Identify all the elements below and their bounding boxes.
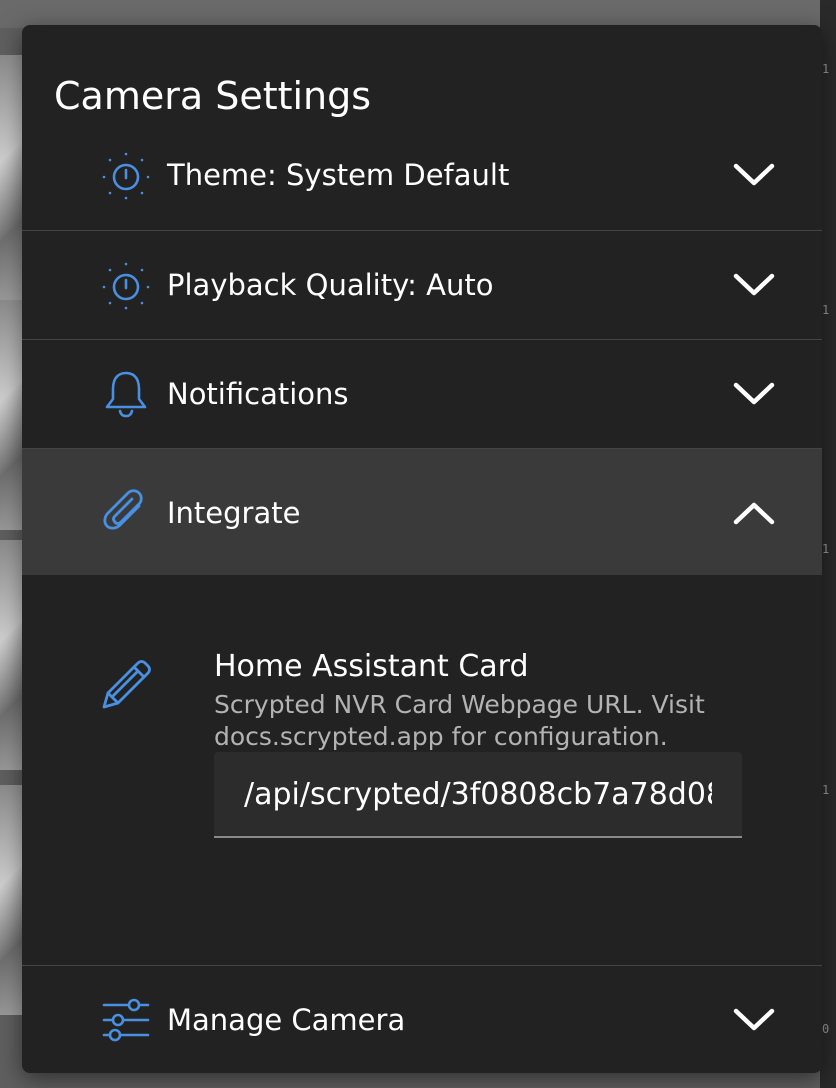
webpage-url-input[interactable]	[214, 752, 742, 838]
timeline-label: 1	[822, 783, 830, 797]
section-label: Theme: System Default	[167, 158, 510, 192]
dialog-title: Camera Settings	[54, 74, 372, 118]
section-label: Notifications	[167, 377, 349, 411]
timer-icon	[100, 149, 152, 201]
section-integrate[interactable]: Integrate	[22, 448, 822, 576]
pencil-icon	[100, 657, 154, 711]
paperclip-icon	[100, 487, 152, 539]
timeline-label: 1	[822, 542, 830, 556]
camera-settings-dialog: Camera Settings Theme: System Default Pl…	[22, 25, 822, 1073]
section-manage-camera[interactable]: Manage Camera	[22, 965, 822, 1073]
timeline-label: 1	[822, 62, 830, 76]
camera-thumbnail	[0, 300, 24, 530]
camera-thumbnail	[0, 540, 24, 770]
timer-icon	[100, 259, 152, 311]
section-label: Manage Camera	[167, 1003, 406, 1037]
section-label: Playback Quality: Auto	[167, 268, 494, 302]
camera-thumbnail	[0, 55, 24, 300]
timeline-label: 0	[822, 1022, 830, 1036]
background-header	[0, 0, 836, 28]
section-label: Integrate	[167, 495, 301, 530]
background-timeline-strip: 1 1 1 1 0	[820, 0, 836, 1088]
home-assistant-card-title: Home Assistant Card	[214, 649, 529, 684]
home-assistant-card-description: Scrypted NVR Card Webpage URL. Visit doc…	[214, 690, 705, 751]
chevron-up-icon[interactable]	[732, 491, 776, 535]
chevron-down-icon[interactable]	[732, 153, 776, 197]
chevron-down-icon[interactable]	[732, 372, 776, 416]
camera-thumbnail	[0, 785, 24, 1015]
section-theme[interactable]: Theme: System Default	[22, 121, 822, 229]
chevron-down-icon[interactable]	[732, 263, 776, 307]
chevron-down-icon[interactable]	[732, 998, 776, 1042]
timeline-label: 1	[822, 303, 830, 317]
section-playback-quality[interactable]: Playback Quality: Auto	[22, 230, 822, 339]
bell-icon	[100, 368, 152, 420]
section-notifications[interactable]: Notifications	[22, 339, 822, 448]
sliders-icon	[100, 994, 152, 1046]
